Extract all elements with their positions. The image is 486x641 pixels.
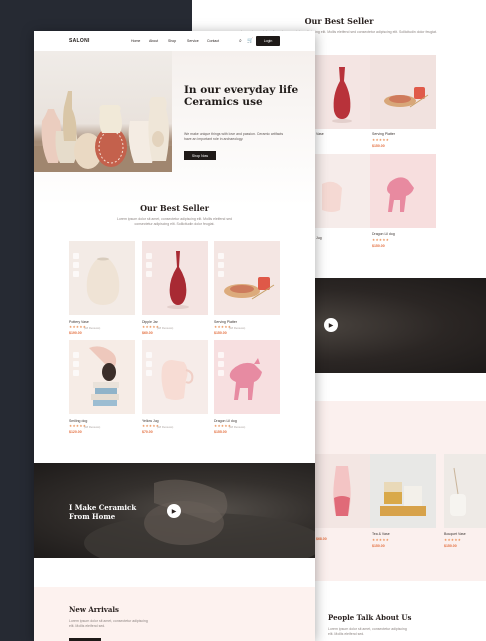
back-product-name: Vase — [316, 132, 324, 136]
login-button[interactable]: Login — [256, 36, 280, 46]
back-arrival-rating: ★★★★★ — [372, 538, 390, 542]
product-price: $70.00 — [142, 430, 153, 434]
product-price: $60.00 — [142, 331, 153, 335]
back-product-card[interactable] — [314, 55, 370, 129]
product-name: Smiling dog — [69, 419, 88, 423]
hero-section: In our everyday life Ceramics use We mak… — [34, 51, 315, 206]
ceramics-shelf-image — [34, 91, 172, 172]
review-count: (48 Reviews) — [84, 326, 101, 330]
new-arrivals-title: New Arrivals — [69, 605, 119, 614]
thumbnail-strip[interactable] — [73, 352, 79, 379]
product-name: Yellow Jug — [142, 419, 159, 423]
bouquet-vase-image — [450, 467, 466, 516]
thumbnail-strip[interactable] — [218, 352, 224, 379]
back-arrival-price: $150.00 — [372, 544, 385, 548]
testimonials-desc: Lorem ipsum dolor sit amet, consectetur … — [328, 627, 407, 636]
video-title: I Make Ceramick From Home — [69, 503, 137, 521]
top-nav: SALONI Home About Shop Service Contact ⌕… — [34, 31, 315, 51]
product-price: $190.00 — [69, 331, 82, 335]
shop-now-button[interactable]: Shop Now — [184, 151, 216, 160]
product-price: $155.00 — [214, 430, 227, 434]
hero-image — [34, 51, 172, 172]
play-icon: ▶ — [171, 508, 177, 515]
product-price: $150.00 — [214, 331, 227, 335]
back-product-name: Jug — [316, 236, 322, 240]
product-card[interactable] — [214, 340, 280, 414]
back-product-price: $150.00 — [372, 244, 385, 248]
brand-logo[interactable]: SALONI — [69, 38, 90, 44]
back-arrival-card[interactable] — [314, 454, 370, 528]
review-count: (48 Reviews) — [157, 425, 174, 429]
back-product-price: $150.00 — [372, 144, 385, 148]
product-card[interactable] — [69, 241, 135, 315]
back-arrival-price: $68.00 — [316, 537, 327, 541]
back-arrival-name: Bouquet Vase — [444, 532, 466, 536]
product-card[interactable] — [142, 340, 208, 414]
nav-link-about[interactable]: About — [149, 39, 158, 43]
back-arrival-card[interactable] — [370, 454, 436, 528]
product-name: Dipple Jar — [142, 320, 158, 324]
back-product-name: Dragon Lil dog — [372, 232, 395, 236]
back-section-title: Our Best Seller — [304, 16, 374, 26]
back-rating-stars: ★★★★★ — [372, 238, 390, 242]
hero-title: In our everyday life Ceramics use — [184, 84, 299, 108]
back-product-card[interactable] — [370, 55, 436, 129]
front-page: SALONI Home About Shop Service Contact ⌕… — [34, 31, 315, 641]
best-seller-description: Lorem ipsum dolor sit amet, consectetur … — [117, 217, 232, 226]
back-arrival-price: $150.00 — [444, 544, 457, 548]
back-product-card[interactable] — [314, 154, 370, 228]
play-icon: ▶ — [328, 322, 334, 329]
play-button[interactable]: ▶ — [167, 504, 181, 518]
nav-link-shop[interactable]: Shop — [168, 39, 176, 43]
best-seller-title: Our Best Seller — [140, 203, 209, 213]
vase-image — [332, 67, 352, 123]
thumbnail-strip[interactable] — [146, 352, 152, 379]
review-count: (48 Reviews) — [229, 326, 246, 330]
play-button[interactable]: ▶ — [324, 318, 338, 332]
new-arrivals-description: Lorem ipsum dolor sit amet, consectetur … — [69, 619, 148, 628]
thumbnail-strip[interactable] — [218, 253, 224, 280]
product-price: $120.00 — [69, 430, 82, 434]
cart-icon[interactable]: 🛒 — [247, 38, 253, 44]
nav-link-contact[interactable]: Contact — [207, 39, 219, 43]
back-product-card[interactable] — [370, 154, 436, 228]
nav-link-service[interactable]: Service — [187, 39, 199, 43]
back-rating-stars: ★★★★★ — [372, 138, 390, 142]
product-card[interactable] — [69, 340, 135, 414]
search-icon[interactable]: ⌕ — [239, 38, 242, 44]
back-arrival-name: Tea & Vase — [372, 532, 390, 536]
product-name: Pottery Vase — [69, 320, 89, 324]
nav-link-home[interactable]: Home — [131, 39, 140, 43]
thumbnail-strip[interactable] — [146, 253, 152, 280]
product-name: Serving Platter — [214, 320, 237, 324]
review-count: (48 Reviews) — [229, 425, 246, 429]
product-card[interactable] — [142, 241, 208, 315]
product-card[interactable] — [214, 241, 280, 315]
dragon-image — [387, 177, 414, 212]
platter-image — [384, 87, 429, 108]
hero-description: We make unique things with love and pass… — [184, 132, 284, 141]
product-name: Dragon Lil dog — [214, 419, 237, 423]
review-count: (48 Reviews) — [84, 425, 101, 429]
video-section: I Make Ceramick From Home ▶ — [34, 463, 315, 558]
back-arrival-rating: ★★★★★ — [444, 538, 462, 542]
review-count: (48 Reviews) — [157, 326, 174, 330]
jug-image — [322, 181, 342, 212]
vase-image — [333, 466, 351, 516]
thumbnail-strip[interactable] — [73, 253, 79, 280]
back-arrival-card[interactable] — [444, 454, 486, 528]
testimonials-title: People Talk About Us — [328, 613, 412, 622]
mugs-image — [380, 482, 426, 516]
new-arrivals-section: New Arrivals Lorem ipsum dolor sit amet,… — [34, 587, 315, 641]
back-product-name: Serving Platter — [372, 132, 395, 136]
